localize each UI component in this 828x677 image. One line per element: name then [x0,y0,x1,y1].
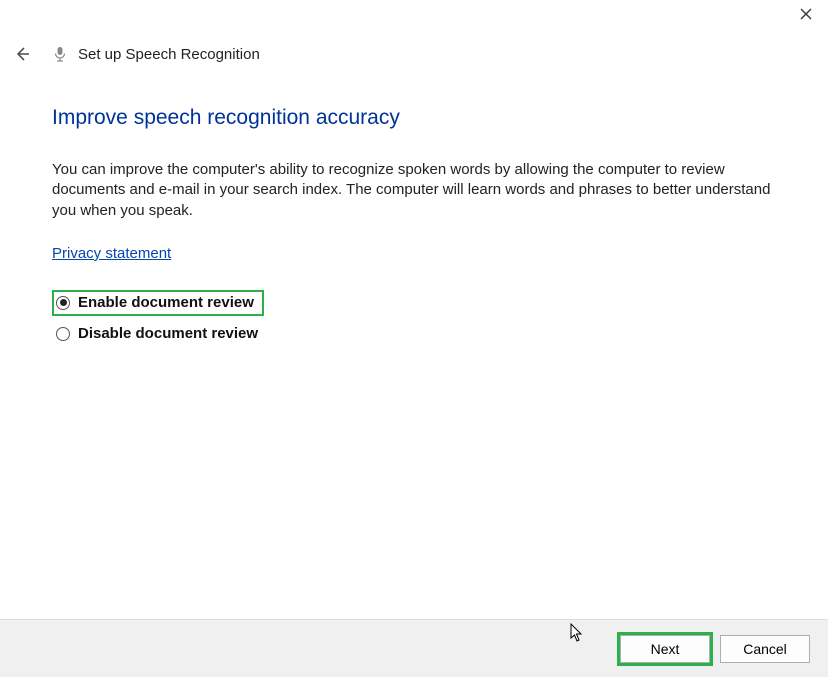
next-button[interactable]: Next [620,635,710,663]
enable-document-review-option[interactable]: Enable document review [52,290,264,316]
page-title: Improve speech recognition accuracy [52,106,776,130]
wizard-window: Set up Speech Recognition Improve speech… [0,0,828,677]
privacy-statement-link[interactable]: Privacy statement [52,245,171,262]
radio-label: Enable document review [78,294,254,311]
back-button[interactable] [12,44,32,64]
radio-icon[interactable] [56,327,70,341]
document-review-radio-group: Enable document review Disable document … [52,290,776,347]
radio-icon[interactable] [56,296,70,310]
disable-document-review-option[interactable]: Disable document review [52,321,776,347]
page-description: You can improve the computer's ability t… [52,160,776,221]
wizard-title: Set up Speech Recognition [78,46,260,63]
header-row: Set up Speech Recognition [0,38,828,70]
microphone-icon [52,46,68,62]
close-button[interactable] [798,6,814,22]
radio-label: Disable document review [78,325,258,342]
close-icon [800,8,812,20]
content-area: Improve speech recognition accuracy You … [0,70,828,619]
back-arrow-icon [14,46,30,62]
footer-bar: Next Cancel [0,619,828,677]
cancel-button[interactable]: Cancel [720,635,810,663]
titlebar [0,0,828,28]
